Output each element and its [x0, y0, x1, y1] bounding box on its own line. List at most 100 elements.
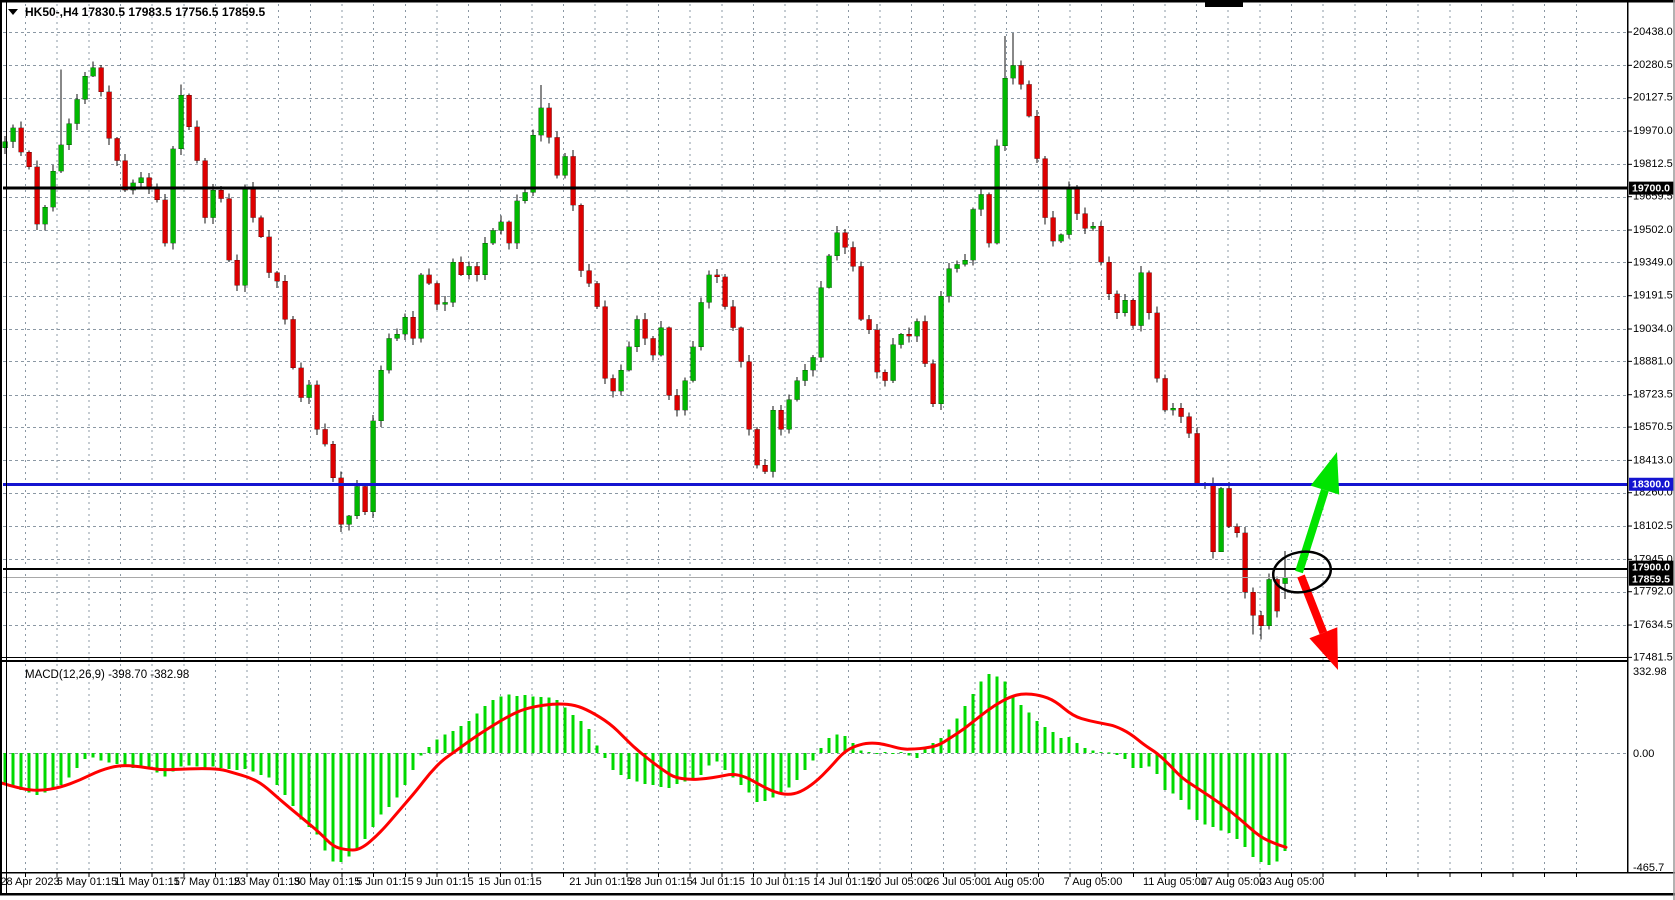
candle-body — [459, 262, 464, 275]
candle-body — [755, 429, 760, 465]
level-price-label: 19700.0 — [1632, 182, 1670, 194]
macd-histogram-bar — [1060, 738, 1063, 753]
macd-histogram-bar — [716, 753, 719, 762]
candle-body — [19, 128, 24, 152]
macd-histogram-bar — [284, 753, 287, 795]
bearish-arrow-head[interactable] — [1309, 627, 1338, 670]
time-label: 4 Jul 01:15 — [691, 876, 745, 888]
candle-body — [1051, 218, 1056, 241]
candle-body — [1171, 408, 1176, 410]
macd-histogram-bar — [396, 753, 399, 797]
macd-histogram-bar — [860, 751, 863, 753]
macd-histogram-bar — [308, 753, 311, 827]
chart-title: HK50-,H4 17830.5 17983.5 17756.5 17859.5 — [25, 5, 266, 19]
macd-histogram-bar — [420, 753, 423, 755]
time-label: 14 Jul 01:15 — [813, 876, 873, 888]
candle-body — [1187, 417, 1192, 434]
macd-histogram-bar — [412, 753, 415, 770]
macd-histogram-bar — [516, 696, 519, 753]
candle-body — [763, 465, 768, 471]
candle-body — [107, 92, 112, 139]
macd-histogram-bar — [236, 753, 239, 770]
candle-body — [971, 209, 976, 260]
price-chart-pane[interactable] — [3, 33, 1288, 640]
candle-body — [219, 190, 224, 198]
macd-histogram-bar — [1068, 737, 1071, 753]
macd-histogram-bar — [604, 753, 607, 758]
macd-histogram-bar — [292, 753, 295, 806]
scrollbar-thumb[interactable] — [1205, 0, 1243, 7]
candle-body — [195, 127, 200, 161]
macd-label: MACD(12,26,9) -398.70 -382.98 — [25, 669, 189, 681]
macd-histogram-bar — [820, 748, 823, 753]
macd-histogram-bar — [1244, 753, 1247, 847]
macd-histogram-bar — [84, 753, 87, 759]
price-tick-label: 19034.0 — [1633, 323, 1673, 335]
bearish-arrow-shaft[interactable] — [1301, 576, 1323, 633]
candle-body — [419, 275, 424, 338]
candle-body — [531, 135, 536, 192]
macd-histogram-bar — [1076, 743, 1079, 753]
macd-histogram-bar — [524, 695, 527, 753]
time-label: 23 May 01:15 — [234, 876, 301, 888]
price-tick-label: 18102.5 — [1633, 520, 1673, 532]
macd-histogram-bar — [1140, 753, 1143, 768]
candle-body — [683, 381, 688, 411]
candle-body — [827, 256, 832, 288]
candle-body — [915, 321, 920, 336]
macd-histogram-bar — [108, 753, 111, 762]
chart-window: 20438.020280.520127.519970.019812.519659… — [0, 0, 1675, 900]
candle-body — [651, 338, 656, 355]
macd-histogram-bar — [260, 753, 263, 775]
candle-body — [323, 429, 328, 444]
macd-histogram-bar — [316, 753, 319, 834]
candle-body — [1123, 300, 1128, 313]
macd-histogram-bar — [628, 753, 631, 779]
macd-histogram-bar — [372, 753, 375, 827]
candle-body — [811, 357, 816, 370]
candle-body — [987, 194, 992, 243]
candle-body — [491, 230, 496, 243]
macd-histogram-bar — [380, 753, 383, 815]
macd-histogram-bar — [364, 753, 367, 839]
chart-canvas[interactable]: 20438.020280.520127.519970.019812.519659… — [0, 0, 1675, 900]
candle-body — [571, 156, 576, 205]
candle-body — [211, 190, 216, 217]
candle-body — [1011, 65, 1016, 78]
macd-histogram-bar — [876, 753, 879, 754]
candle-body — [579, 205, 584, 271]
macd-histogram-bar — [244, 753, 247, 769]
macd-histogram-bar — [436, 739, 439, 753]
macd-histogram-bar — [708, 753, 711, 765]
macd-histogram-bar — [1236, 753, 1239, 839]
macd-histogram-bar — [452, 731, 455, 753]
candle-body — [467, 266, 472, 274]
macd-signal-line — [0, 694, 1286, 850]
candle-body — [883, 372, 888, 380]
macd-histogram-bar — [28, 753, 31, 792]
candle-body — [1283, 577, 1288, 583]
candle-body — [891, 345, 896, 381]
candle-body — [547, 108, 552, 138]
macd-histogram-bar — [44, 753, 47, 792]
macd-pane[interactable] — [0, 674, 1287, 865]
macd-histogram-bar — [468, 721, 471, 753]
price-tick-label: 18723.5 — [1633, 389, 1673, 401]
candle-body — [475, 266, 480, 274]
macd-histogram-bar — [812, 753, 815, 760]
macd-histogram-bar — [1012, 696, 1015, 753]
symbol-dropdown-icon[interactable] — [8, 9, 18, 15]
macd-histogram-bar — [908, 753, 911, 755]
candle-body — [875, 330, 880, 372]
macd-histogram-bar — [596, 746, 599, 753]
candle-body — [267, 237, 272, 273]
price-tick-label: 18570.5 — [1633, 421, 1673, 433]
candle-body — [899, 334, 904, 345]
candle-body — [1067, 188, 1072, 235]
candle-body — [163, 200, 168, 243]
candle-body — [507, 222, 512, 243]
candle-body — [83, 76, 88, 99]
candle-body — [611, 378, 616, 391]
candle-body — [1115, 294, 1120, 313]
bullish-arrow-head[interactable] — [1311, 452, 1340, 495]
